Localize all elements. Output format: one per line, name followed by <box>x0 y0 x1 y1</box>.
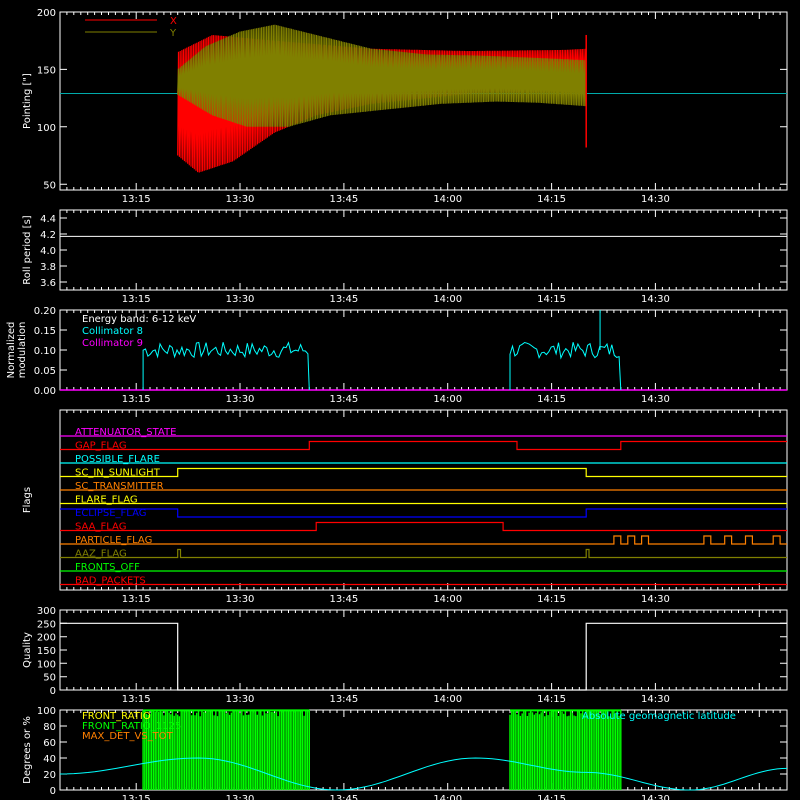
panel-1-y-tick-label: 50 <box>43 180 56 191</box>
panel-5-y-tick-label: 300 <box>37 606 56 617</box>
panel-6-x-tick-label: 13:15 <box>122 794 151 800</box>
panel-6-y-tick-label: 60 <box>43 738 56 749</box>
panel-1-y-tick-label: 100 <box>37 123 56 134</box>
panel-2-x-tick-label: 13:30 <box>226 294 255 305</box>
flag-label-fronts-off: FRONTS_OFF <box>75 562 140 573</box>
panel-5-y-tick-label: 250 <box>37 619 56 630</box>
panel-1-y-tick-label: 200 <box>37 8 56 19</box>
panel-5-x-tick-label: 13:15 <box>122 694 151 705</box>
flag-label-saa-flag: SAA_FLAG <box>75 522 126 533</box>
panel-6-x-tick-label: 13:30 <box>226 794 255 800</box>
flag-label-bad-packets: BAD_PACKETS <box>75 576 146 587</box>
panel-4-y-label: Flags <box>22 487 33 513</box>
panel-2-x-tick-label: 14:30 <box>641 294 670 305</box>
panel-2-y-label-line: Roll period [s] <box>22 215 33 284</box>
ratio-legend-3: MAX_DET_VS_TOT <box>82 731 174 742</box>
panel-4-x-tick-label: 13:45 <box>329 594 358 605</box>
panel-1-y-tick-label: 150 <box>37 65 56 76</box>
panel-6-x-tick-label: 14:30 <box>641 794 670 800</box>
panel-4-x-tick-label: 13:30 <box>226 594 255 605</box>
panel-6-y-tick-label: 100 <box>37 706 56 717</box>
panel-2-y-tick-label: 4.0 <box>40 246 56 257</box>
panel-2-y-tick-label: 4.4 <box>40 214 56 225</box>
flag-label-possible-flare: POSSIBLE_FLARE <box>75 454 160 465</box>
panel-2-y-tick-label: 4.2 <box>40 230 56 241</box>
panel-1-x-tick-label: 13:30 <box>226 194 255 205</box>
panel-1-x-tick-label: 14:30 <box>641 194 670 205</box>
panel-3-y-label-line: modulation <box>17 322 28 379</box>
panel-2-x-tick-label: 14:15 <box>537 294 566 305</box>
panel-3-y-tick-label: 0.15 <box>34 326 56 337</box>
panel-3-x-tick-label: 13:30 <box>226 394 255 405</box>
panel-5-x-tick-label: 14:00 <box>433 694 462 705</box>
panel-2-y-tick-label: 3.6 <box>40 278 56 289</box>
panel-4-y-label-line: Flags <box>22 487 33 513</box>
modulation-legend-1: Collimator 8 <box>82 326 143 337</box>
panel-4-x-tick-label: 13:15 <box>122 594 151 605</box>
panel-5-y-tick-label: 200 <box>37 633 56 644</box>
modulation-legend-2: Collimator 9 <box>82 338 143 349</box>
panel-3-x-tick-label: 14:15 <box>537 394 566 405</box>
flag-label-attenuator-state: ATTENUATOR_STATE <box>75 427 176 438</box>
flag-label-particle-flag: PARTICLE_FLAG <box>75 535 152 546</box>
panel-3-x-tick-label: 13:15 <box>122 394 151 405</box>
panel-3-y-label-line: Normalized <box>6 322 17 379</box>
panel-3-y-tick-label: 0.05 <box>34 366 56 377</box>
chart-figure: 13:15 13:30 13:45 14:00 14:15 14:30 50 100 150 20… <box>0 0 800 800</box>
flag-label-aaz-flag: AAZ_FLAG <box>75 549 127 560</box>
panel-1-y-label-line: Pointing ["] <box>22 73 33 129</box>
panel-5-x-tick-label: 14:30 <box>641 694 670 705</box>
panel-3-x-tick-label: 13:45 <box>329 394 358 405</box>
panel-5-x-tick-label: 13:30 <box>226 694 255 705</box>
flag-label-eclipse-flag: ECLIPSE_FLAG <box>75 508 146 519</box>
panel-5-y-tick-label: 0 <box>50 686 56 697</box>
flag-label-flare-flag: FLARE_FLAG <box>75 495 138 506</box>
panel-2-y-tick-label: 3.8 <box>40 262 56 273</box>
flag-label-sc-in-sunlight: SC_IN_SUNLIGHT <box>75 468 161 479</box>
panel-1-x-tick-label: 14:15 <box>537 194 566 205</box>
legend-label-x: X <box>170 16 177 27</box>
legend-label-y: Y <box>169 28 177 39</box>
panel-2-x-tick-label: 14:00 <box>433 294 462 305</box>
panel-6-y-tick-label: 80 <box>43 722 56 733</box>
panel-1-x-tick-label: 13:45 <box>329 194 358 205</box>
panel-3-y-tick-label: 0.00 <box>34 386 56 397</box>
panel-5-y-tick-label: 50 <box>43 673 56 684</box>
panel-6-y-tick-label: 40 <box>43 754 56 765</box>
panel-1-x-tick-label: 13:15 <box>122 194 151 205</box>
panel-3-y-label: Normalized modulation <box>6 322 28 379</box>
ratio-legend-4: Absolute geomagnetic latitude <box>582 711 736 722</box>
panel-1-y-label: Pointing ["] <box>22 73 33 129</box>
panel-6-x-tick-label: 13:45 <box>329 794 358 800</box>
panel-1-x-tick-label: 14:00 <box>433 194 462 205</box>
panel-2-x-tick-label: 13:45 <box>329 294 358 305</box>
panel-6-y-label: Degrees or % <box>22 716 33 784</box>
panel-5-y-tick-label: 100 <box>37 659 56 670</box>
panel-6-y-label-line: Degrees or % <box>22 716 33 784</box>
panel-3-x-tick-label: 14:30 <box>641 394 670 405</box>
panel-5-y-label: Quality <box>22 632 33 668</box>
figure-background <box>0 0 800 800</box>
panel-6-x-tick-label: 14:00 <box>433 794 462 800</box>
panel-5-y-label-line: Quality <box>22 632 33 668</box>
panel-4-x-tick-label: 14:00 <box>433 594 462 605</box>
panel-4-x-tick-label: 14:15 <box>537 594 566 605</box>
flag-label-gap-flag: GAP_FLAG <box>75 441 127 452</box>
panel-6-x-tick-label: 14:15 <box>537 794 566 800</box>
panel-6-y-tick-label: 20 <box>43 770 56 781</box>
panel-6-y-tick-label: 0 <box>50 786 56 797</box>
panel-3-y-tick-label: 0.10 <box>34 346 56 357</box>
panel-5-x-tick-label: 14:15 <box>537 694 566 705</box>
panel-5-x-tick-label: 13:45 <box>329 694 358 705</box>
panel-2-y-label: Roll period [s] <box>22 215 33 284</box>
panel-3-x-tick-label: 14:00 <box>433 394 462 405</box>
modulation-energy-band: Energy band: 6-12 keV <box>82 314 196 325</box>
panel-5-y-tick-label: 150 <box>37 646 56 657</box>
panel-3-y-tick-label: 0.20 <box>34 306 56 317</box>
panel-4-x-tick-label: 14:30 <box>641 594 670 605</box>
panel-2-x-tick-label: 13:15 <box>122 294 151 305</box>
flag-label-sc-transmitter: SC_TRANSMITTER <box>75 481 164 492</box>
